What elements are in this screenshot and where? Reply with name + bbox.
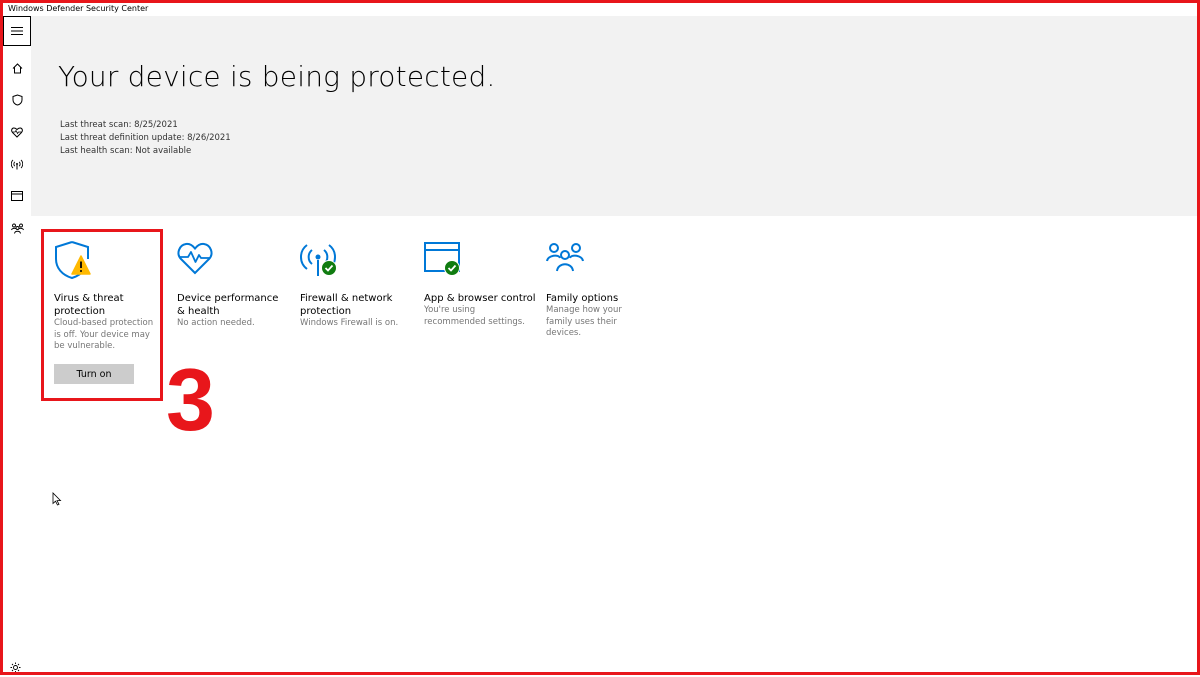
settings-button[interactable]	[10, 658, 21, 677]
hamburger-menu-icon	[11, 27, 23, 35]
last-threat-scan: Last threat scan: 8/25/2021	[60, 120, 178, 130]
scan-status-list: Last threat scan: 8/25/2021 Last threat …	[60, 119, 231, 158]
sidebar-item-virus-protection[interactable]	[3, 86, 31, 114]
family-icon	[10, 223, 24, 234]
tile-firewall-network-protection[interactable]: Firewall & network protection Windows Fi…	[300, 240, 412, 330]
tile-title: Device performance & health	[177, 293, 279, 317]
sidebar-item-device-health[interactable]	[3, 118, 31, 146]
annotation-step-number: 3	[166, 350, 215, 449]
tile-device-performance-health[interactable]: Device performance & health No action ne…	[177, 240, 289, 330]
home-icon	[12, 62, 22, 73]
tile-app-browser-control[interactable]: App & browser control You're using recom…	[424, 240, 536, 328]
browser-check-icon	[424, 240, 468, 284]
sidebar-item-family[interactable]	[3, 214, 31, 242]
sidebar-item-home[interactable]	[3, 54, 31, 82]
tile-description: No action needed.	[177, 318, 255, 328]
tile-title: Family options	[546, 293, 619, 304]
mouse-cursor-icon	[52, 491, 62, 510]
tile-description: Windows Firewall is on.	[300, 318, 399, 328]
antenna-icon	[11, 159, 23, 169]
hamburger-menu-button[interactable]	[3, 16, 31, 46]
window-title: Windows Defender Security Center	[3, 3, 1197, 16]
gear-icon	[10, 662, 21, 673]
tile-title: Firewall & network protection	[300, 293, 393, 317]
page-title: Your device is being protected.	[58, 60, 496, 93]
last-health-scan: Last health scan: Not available	[60, 146, 192, 156]
sidebar-item-firewall[interactable]	[3, 150, 31, 178]
antenna-check-icon	[300, 240, 344, 284]
heart-pulse-icon	[177, 240, 221, 284]
status-banner: Your device is being protected. Last thr…	[31, 16, 1197, 216]
browser-window-icon	[11, 191, 23, 201]
tile-family-options[interactable]: Family options Manage how your family us…	[546, 240, 658, 340]
sidebar	[3, 16, 31, 672]
family-icon	[546, 240, 590, 284]
sidebar-item-app-browser[interactable]	[3, 182, 31, 210]
tile-title: App & browser control	[424, 293, 536, 304]
tile-description: Manage how your family uses their device…	[546, 305, 622, 338]
last-definition-update: Last threat definition update: 8/26/2021	[60, 133, 231, 143]
shield-icon	[12, 94, 22, 106]
heart-pulse-icon	[11, 126, 23, 138]
tile-description: You're using recommended settings.	[424, 305, 525, 327]
annotation-highlight-box	[41, 229, 163, 401]
